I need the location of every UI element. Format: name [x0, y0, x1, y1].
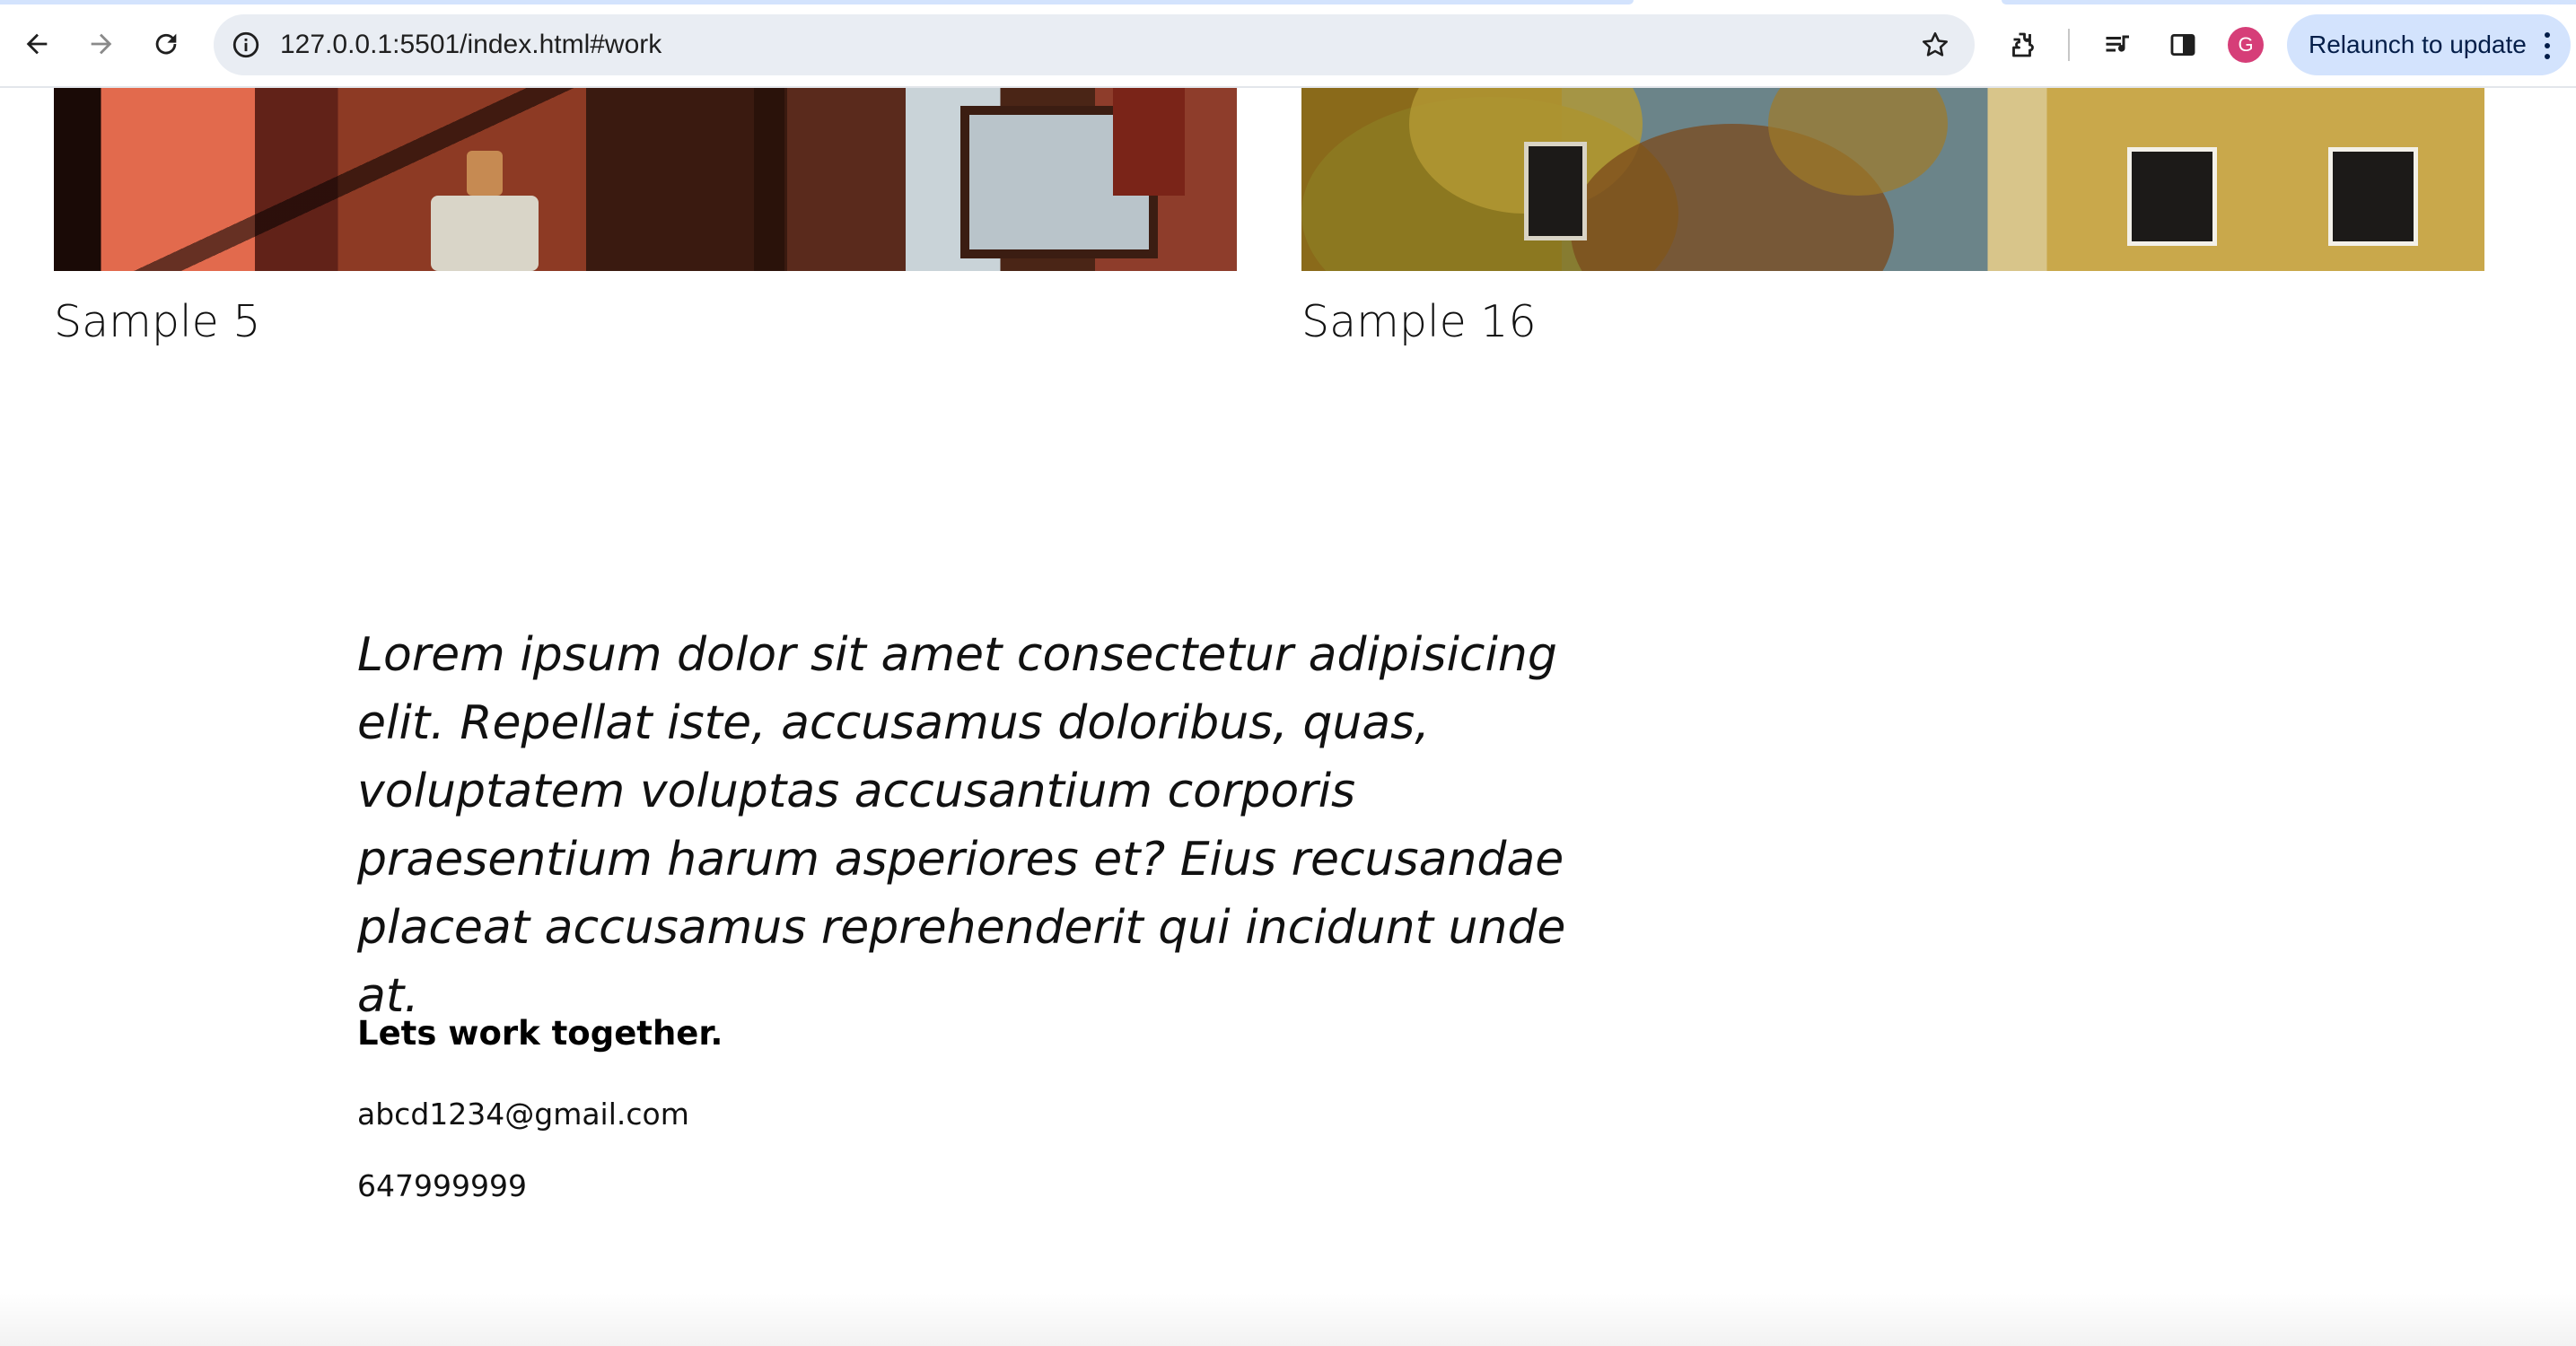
more-menu-icon[interactable]: [2542, 32, 2553, 59]
reload-button[interactable]: [140, 18, 192, 70]
intro-quote: Lorem ipsum dolor sit amet consectetur a…: [357, 628, 1566, 1023]
site-info-icon[interactable]: [226, 25, 266, 65]
arrow-left-icon: [26, 33, 48, 55]
browser-toolbar: 127.0.0.1:5501/index.html#work G Relaunc…: [0, 0, 2576, 88]
tab-strip-edge-right: [2002, 0, 2576, 4]
address-bar[interactable]: 127.0.0.1:5501/index.html#work: [214, 14, 1975, 75]
contact-email[interactable]: abcd1234@gmail.com: [357, 1097, 689, 1132]
back-button[interactable]: [11, 18, 63, 70]
extensions-puzzle-icon[interactable]: [2000, 22, 2046, 68]
bottom-shadow: [0, 1292, 2576, 1346]
contact-phone[interactable]: 647999999: [357, 1168, 527, 1203]
sample-5-image[interactable]: [54, 88, 1237, 271]
reload-icon: [155, 33, 177, 55]
relaunch-label: Relaunch to update: [2309, 31, 2527, 58]
sample-16-caption[interactable]: Sample 16: [1301, 296, 1537, 347]
sample-5-caption[interactable]: Sample 5: [54, 296, 260, 347]
tab-strip-edge: [0, 0, 1634, 4]
toolbar-divider: [2068, 29, 2070, 61]
relaunch-button[interactable]: Relaunch to update: [2287, 14, 2571, 75]
bookmark-star-icon[interactable]: [1914, 23, 1957, 66]
cta-heading: Lets work together.: [357, 1014, 723, 1053]
side-panel-icon[interactable]: [2160, 22, 2206, 68]
sample-16-image[interactable]: [1301, 88, 2484, 271]
url-text[interactable]: 127.0.0.1:5501/index.html#work: [280, 14, 662, 75]
profile-avatar[interactable]: G: [2228, 27, 2264, 63]
media-controls-icon[interactable]: [2095, 22, 2142, 68]
arrow-right-icon: [91, 33, 112, 55]
forward-button[interactable]: [75, 18, 127, 70]
